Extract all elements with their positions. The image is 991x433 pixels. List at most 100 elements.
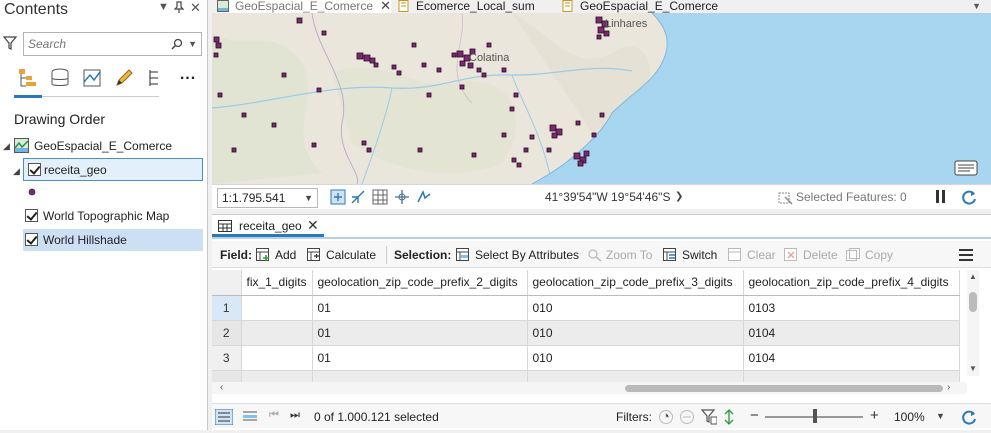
clear-selection-button[interactable]: Clear: [728, 246, 776, 264]
tab-attribute-table[interactable]: receita_geo ✕: [212, 215, 324, 237]
layer-world-hillshade[interactable]: World Hillshade: [23, 229, 203, 251]
calculate-field-button[interactable]: Calculate: [307, 246, 376, 264]
zoom-to-button[interactable]: Zoom To: [587, 246, 652, 264]
column-header[interactable]: geolocation_zip_code_prefix_3_digits: [527, 270, 744, 296]
map-canvas[interactable]: Colatina Linhares: [212, 13, 991, 184]
column-header[interactable]: geolocation_zip_code_prefix_4_digits: [743, 270, 960, 296]
table-row[interactable]: 1 01 010 0103: [212, 295, 960, 321]
table-cell[interactable]: 010: [527, 320, 744, 346]
point-symbol-icon[interactable]: [28, 188, 36, 196]
selected-features-icon[interactable]: [778, 190, 794, 206]
last-record-icon[interactable]: ⏭: [290, 409, 300, 422]
zoom-slider-thumb[interactable]: [813, 409, 817, 423]
table-cell[interactable]: 0104: [743, 320, 960, 346]
filter-icon[interactable]: [3, 36, 17, 50]
sort-icon[interactable]: [723, 409, 735, 425]
pause-drawing-button[interactable]: [934, 189, 948, 205]
list-by-drawing-order-button[interactable]: [16, 66, 40, 90]
dynamic-constraints-icon[interactable]: [416, 189, 432, 205]
table-cell[interactable]: 01: [312, 345, 528, 371]
close-tab-icon[interactable]: ✕: [380, 0, 391, 12]
list-by-editing-button[interactable]: [112, 66, 136, 90]
range-filter-icon[interactable]: [679, 409, 695, 425]
layer-receita-geo[interactable]: receita_geo: [23, 158, 203, 181]
show-selected-records-icon[interactable]: [241, 409, 259, 425]
coordinate-format-chevron-icon[interactable]: ❯: [675, 191, 683, 202]
table-cell[interactable]: 0103: [743, 295, 960, 321]
vertical-scrollbar[interactable]: ▲ ▼: [967, 270, 979, 376]
horizontal-scrollbar[interactable]: ‹ ›: [212, 382, 967, 394]
row-number[interactable]: 2: [212, 320, 242, 346]
layer-visibility-checkbox[interactable]: [25, 209, 38, 222]
search-input[interactable]: [28, 36, 168, 52]
row-number[interactable]: 3: [212, 345, 242, 371]
list-by-snapping-button[interactable]: [144, 66, 168, 90]
table-cell[interactable]: [241, 345, 313, 371]
delete-button[interactable]: Delete: [784, 246, 838, 264]
collapse-layer-icon[interactable]: ◢: [13, 166, 20, 177]
select-by-attributes-button[interactable]: Select By Attributes: [456, 246, 579, 264]
pane-options-chevron-icon[interactable]: ▼: [158, 1, 169, 13]
zoom-in-icon[interactable]: +: [870, 407, 879, 424]
scroll-down-icon[interactable]: ▼: [969, 364, 977, 373]
zoom-percent[interactable]: 100%: [894, 410, 925, 424]
table-options-menu-icon[interactable]: [959, 249, 973, 261]
switch-selection-button[interactable]: Switch: [663, 246, 717, 264]
more-options-button[interactable]: ...: [176, 66, 200, 90]
show-all-records-icon[interactable]: [215, 409, 233, 425]
snapping-toggle-icon[interactable]: [350, 189, 366, 205]
column-header[interactable]: geolocation_zip_code_prefix_2_digits: [312, 270, 528, 296]
vertical-scroll-thumb[interactable]: [969, 292, 977, 312]
close-table-tab-icon[interactable]: ✕: [307, 217, 319, 234]
horizontal-scroll-thumb[interactable]: [625, 385, 943, 392]
search-box[interactable]: ▼: [23, 32, 202, 56]
pin-icon[interactable]: [173, 1, 185, 16]
table-row[interactable]: 3 01 010 0104: [212, 345, 960, 371]
scale-selector[interactable]: 1:1.795.541 ▼: [217, 188, 318, 208]
table-cell[interactable]: 0104: [743, 345, 960, 371]
scroll-up-icon[interactable]: ▲: [969, 272, 977, 281]
tree-map-node[interactable]: ◢ GeoEspacial_E_Comerce: [0, 135, 207, 157]
map-view[interactable]: Colatina Linhares: [212, 13, 991, 184]
tab-map-view[interactable]: GeoEspacial_E_Comerce ✕: [217, 0, 391, 13]
row-number[interactable]: 1: [212, 295, 242, 321]
table-cell[interactable]: 010: [527, 295, 744, 321]
refresh-map-icon[interactable]: [960, 188, 978, 206]
table-cell[interactable]: 01: [312, 320, 528, 346]
search-dropdown-icon[interactable]: ▼: [188, 39, 197, 49]
layer-world-topographic-map[interactable]: World Topographic Map: [23, 205, 203, 227]
list-by-selection-button[interactable]: [80, 66, 104, 90]
table-cell[interactable]: 01: [312, 295, 528, 321]
tab-overflow-chevron-icon[interactable]: ▼: [972, 1, 981, 11]
collapse-map-icon[interactable]: ◢: [3, 141, 10, 152]
copy-button[interactable]: Copy: [846, 246, 893, 264]
table-cell[interactable]: [241, 320, 313, 346]
tab-ecomerce-local-sum[interactable]: Ecomerce_Local_sum: [398, 0, 535, 13]
attribute-table-grid[interactable]: fix_1_digits geolocation_zip_code_prefix…: [212, 270, 991, 389]
row-header-corner[interactable]: [212, 270, 242, 296]
scale-dropdown-icon[interactable]: ▼: [304, 189, 313, 207]
close-pane-icon[interactable]: ✕: [190, 0, 201, 16]
first-record-icon[interactable]: ⏮: [269, 409, 279, 422]
constrain-navigation-icon[interactable]: [330, 189, 346, 205]
layer-visibility-checkbox[interactable]: [28, 163, 41, 176]
correction-toggle-icon[interactable]: [394, 189, 410, 205]
table-cell[interactable]: 010: [527, 345, 744, 371]
tab-geoespacial-layout[interactable]: GeoEspacial_E_Comerce: [562, 0, 718, 13]
search-icon[interactable]: [171, 38, 183, 50]
list-by-source-button[interactable]: [48, 66, 72, 90]
grid-toggle-icon[interactable]: [372, 189, 388, 205]
layer-visibility-checkbox[interactable]: [25, 233, 38, 246]
time-filter-icon[interactable]: [658, 409, 674, 425]
refresh-table-icon[interactable]: [960, 408, 978, 426]
scroll-right-icon[interactable]: ›: [947, 382, 950, 393]
zoom-dropdown-icon[interactable]: ▼: [936, 411, 945, 421]
add-field-button[interactable]: Add: [256, 246, 296, 264]
definition-query-filter-icon[interactable]: [701, 409, 717, 425]
column-header[interactable]: fix_1_digits: [241, 270, 313, 296]
table-cell[interactable]: [241, 295, 313, 321]
zoom-out-icon[interactable]: −: [750, 407, 759, 424]
table-row[interactable]: 2 01 010 0104: [212, 320, 960, 346]
scroll-left-icon[interactable]: ‹: [220, 382, 223, 393]
basemap-attribution-icon[interactable]: [954, 159, 978, 177]
